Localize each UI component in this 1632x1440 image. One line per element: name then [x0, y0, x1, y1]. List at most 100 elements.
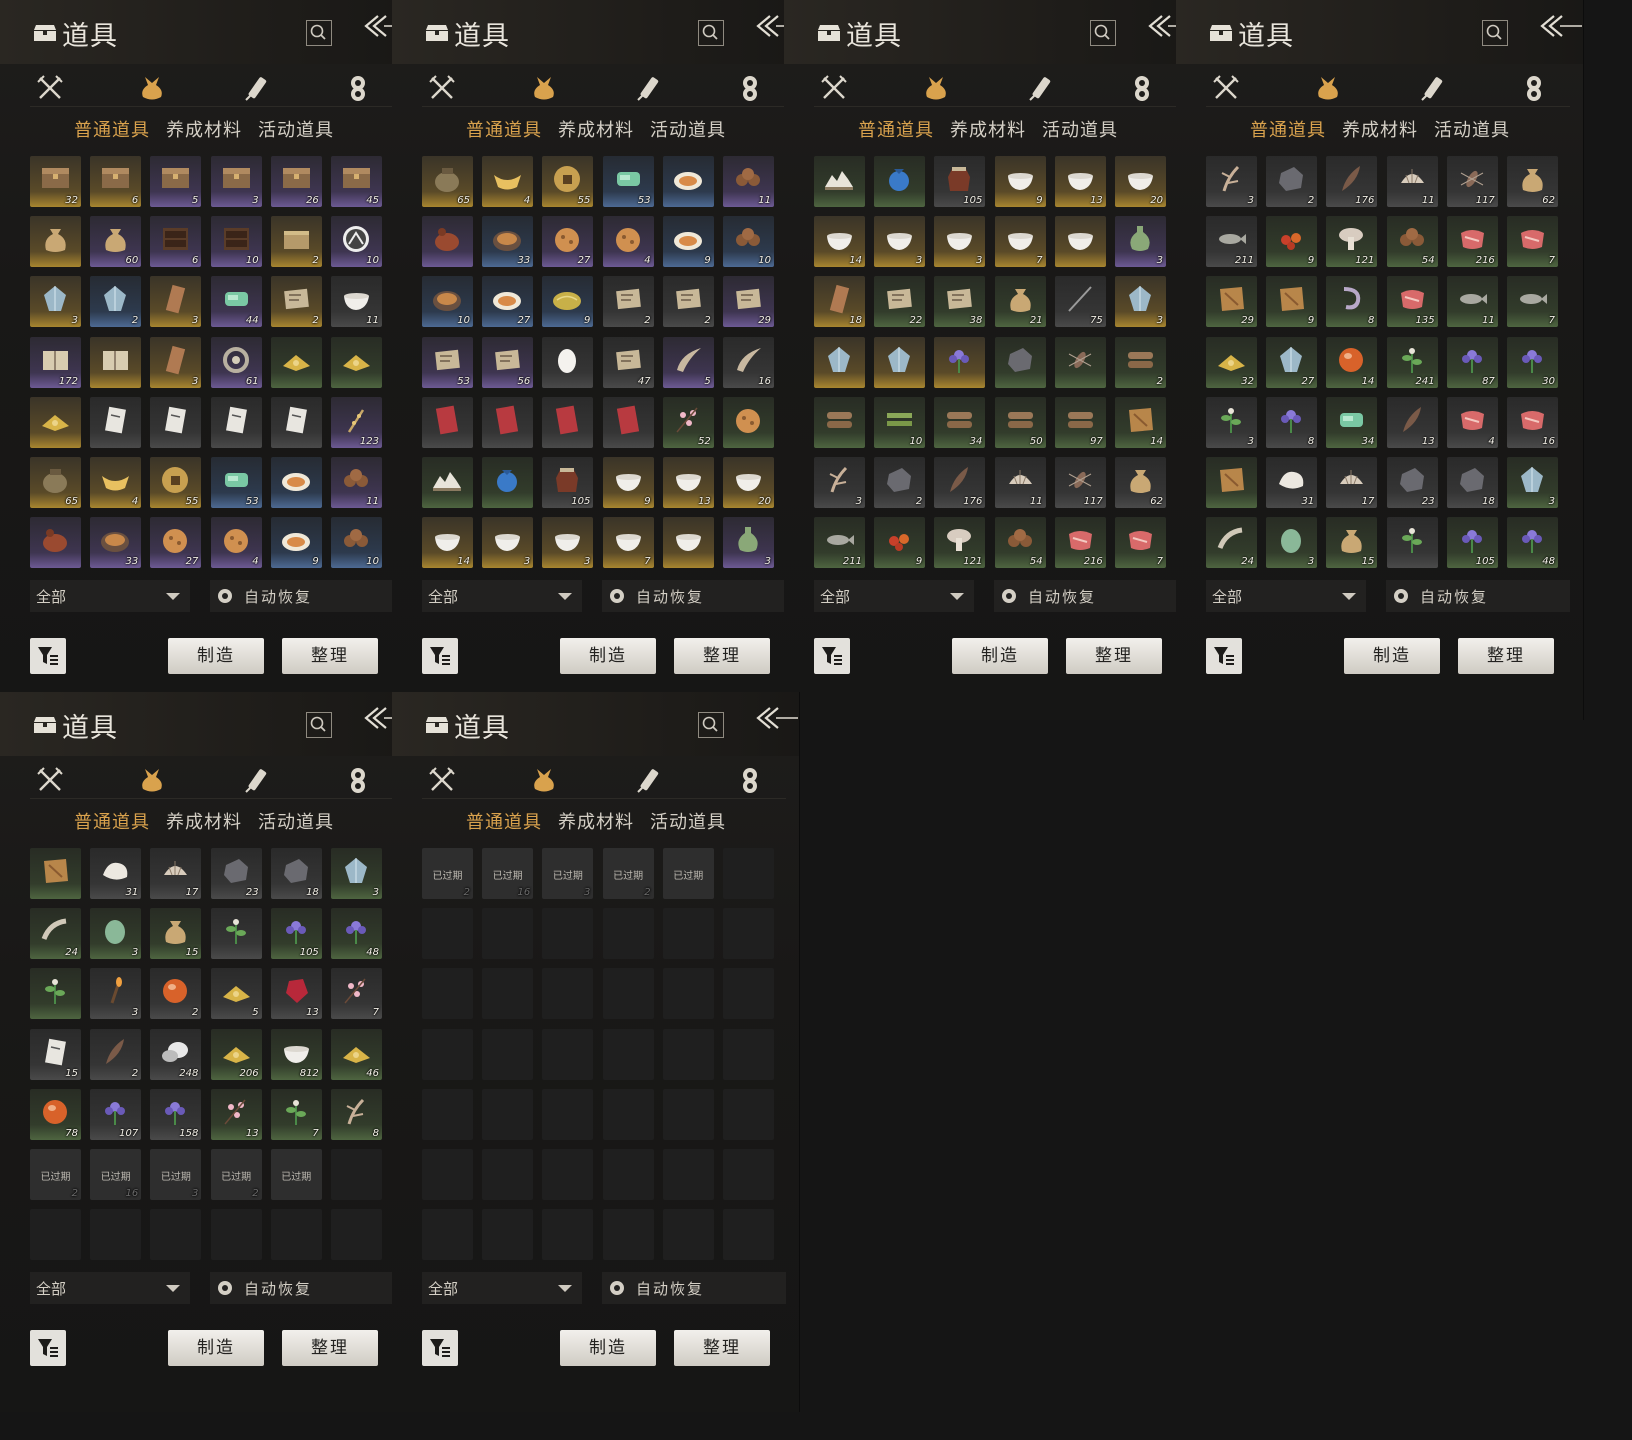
item-slot[interactable]: 7 [994, 216, 1046, 268]
expired-item-slot[interactable]: 已过期 16 [90, 1149, 142, 1200]
item-slot[interactable]: 2 [270, 276, 322, 328]
item-slot[interactable]: 31 [1266, 457, 1318, 508]
craft-button[interactable]: 制造 [168, 638, 264, 674]
filter-dropdown[interactable]: 全部 [30, 580, 190, 612]
item-slot[interactable]: 2 [1115, 336, 1166, 388]
item-slot[interactable]: 158 [150, 1088, 202, 1140]
item-slot[interactable]: 62 [1507, 156, 1558, 207]
item-slot[interactable]: 107 [90, 1088, 142, 1140]
expired-item-slot[interactable]: 已过期 [662, 848, 714, 899]
tab-scrolls[interactable] [1024, 72, 1056, 104]
tab-event-items[interactable]: 活动道具 [1034, 116, 1126, 142]
item-slot[interactable] [723, 396, 774, 448]
item-slot[interactable]: 211 [1206, 216, 1257, 268]
item-slot[interactable]: 176 [934, 457, 986, 508]
item-slot[interactable]: 3 [210, 156, 262, 207]
item-slot[interactable] [210, 908, 262, 960]
tab-weapons[interactable] [34, 72, 66, 104]
item-slot[interactable]: 14 [1115, 396, 1166, 448]
item-slot[interactable]: 55 [542, 156, 594, 207]
item-slot[interactable]: 18 [814, 276, 865, 328]
item-slot[interactable]: 9 [602, 457, 654, 508]
craft-button[interactable]: 制造 [1344, 638, 1440, 674]
item-slot[interactable] [1206, 457, 1257, 508]
item-slot[interactable]: 3 [150, 336, 202, 388]
item-slot[interactable]: 10 [723, 216, 774, 268]
tab-normal-items[interactable]: 普通道具 [66, 116, 158, 142]
item-slot[interactable]: 4 [90, 457, 142, 508]
item-slot[interactable]: 11 [723, 156, 774, 207]
item-slot[interactable]: 62 [1115, 457, 1166, 508]
item-slot[interactable] [90, 396, 142, 448]
item-slot[interactable]: 20 [723, 457, 774, 508]
sort-filter-button[interactable] [30, 638, 66, 674]
item-slot[interactable]: 206 [210, 1028, 262, 1080]
tab-growth-materials[interactable]: 养成材料 [1334, 116, 1426, 142]
item-slot[interactable]: 8 [1326, 276, 1378, 328]
item-slot[interactable]: 31 [90, 848, 142, 899]
sort-button[interactable]: 整理 [1066, 638, 1162, 674]
item-slot[interactable] [90, 336, 142, 388]
item-slot[interactable]: 6 [90, 156, 142, 207]
item-slot[interactable]: 15 [1326, 517, 1378, 569]
item-slot[interactable]: 18 [1446, 457, 1498, 508]
tab-normal-items[interactable]: 普通道具 [458, 116, 550, 142]
item-slot[interactable]: 48 [331, 908, 382, 960]
item-slot[interactable]: 3 [874, 216, 926, 268]
item-slot[interactable] [662, 156, 714, 207]
tab-items[interactable] [528, 72, 560, 104]
item-slot[interactable] [30, 848, 81, 899]
item-slot[interactable]: 9 [1266, 276, 1318, 328]
item-slot[interactable]: 3 [482, 517, 534, 569]
item-slot[interactable]: 3 [723, 517, 774, 569]
item-slot[interactable]: 11 [1446, 276, 1498, 328]
expired-item-slot[interactable]: 已过期 2 [30, 1149, 81, 1200]
auto-restore-toggle[interactable]: 自动恢复 [602, 580, 786, 612]
item-slot[interactable] [542, 336, 594, 388]
item-slot[interactable]: 10 [210, 216, 262, 268]
item-slot[interactable] [874, 156, 926, 207]
tab-normal-items[interactable]: 普通道具 [850, 116, 942, 142]
tab-currency[interactable] [734, 764, 766, 796]
tab-currency[interactable] [734, 72, 766, 104]
item-slot[interactable]: 10 [874, 396, 926, 448]
item-slot[interactable]: 65 [422, 156, 473, 207]
item-slot[interactable]: 176 [1326, 156, 1378, 207]
search-button[interactable] [306, 20, 332, 46]
item-slot[interactable]: 16 [723, 336, 774, 388]
sort-button[interactable]: 整理 [282, 1330, 378, 1366]
tab-event-items[interactable]: 活动道具 [642, 116, 734, 142]
item-slot[interactable] [270, 457, 322, 508]
tab-weapons[interactable] [34, 764, 66, 796]
tab-normal-items[interactable]: 普通道具 [66, 808, 158, 834]
item-slot[interactable]: 11 [1386, 156, 1438, 207]
item-slot[interactable]: 123 [331, 396, 382, 448]
item-slot[interactable]: 3 [1206, 156, 1257, 207]
item-slot[interactable]: 2 [150, 968, 202, 1020]
auto-restore-toggle[interactable]: 自动恢复 [994, 580, 1178, 612]
item-slot[interactable]: 50 [994, 396, 1046, 448]
sort-filter-button[interactable] [1206, 638, 1242, 674]
item-slot[interactable]: 11 [994, 457, 1046, 508]
craft-button[interactable]: 制造 [560, 638, 656, 674]
craft-button[interactable]: 制造 [168, 1330, 264, 1366]
item-slot[interactable]: 65 [30, 457, 81, 508]
item-slot[interactable]: 61 [210, 336, 262, 388]
item-slot[interactable]: 24 [1206, 517, 1257, 569]
item-slot[interactable] [814, 156, 865, 207]
item-slot[interactable] [150, 396, 202, 448]
item-slot[interactable]: 9 [542, 276, 594, 328]
item-slot[interactable]: 48 [1507, 517, 1558, 569]
item-slot[interactable]: 13 [210, 1088, 262, 1140]
tab-growth-materials[interactable]: 养成材料 [158, 116, 250, 142]
item-slot[interactable]: 5 [150, 156, 202, 207]
item-slot[interactable] [422, 396, 473, 448]
item-slot[interactable] [482, 457, 534, 508]
item-slot[interactable]: 33 [90, 517, 142, 569]
item-slot[interactable]: 105 [934, 156, 986, 207]
sort-filter-button[interactable] [814, 638, 850, 674]
item-slot[interactable]: 13 [1054, 156, 1106, 207]
expired-item-slot[interactable]: 已过期 16 [482, 848, 534, 899]
item-slot[interactable]: 29 [723, 276, 774, 328]
item-slot[interactable]: 241 [1386, 336, 1438, 388]
